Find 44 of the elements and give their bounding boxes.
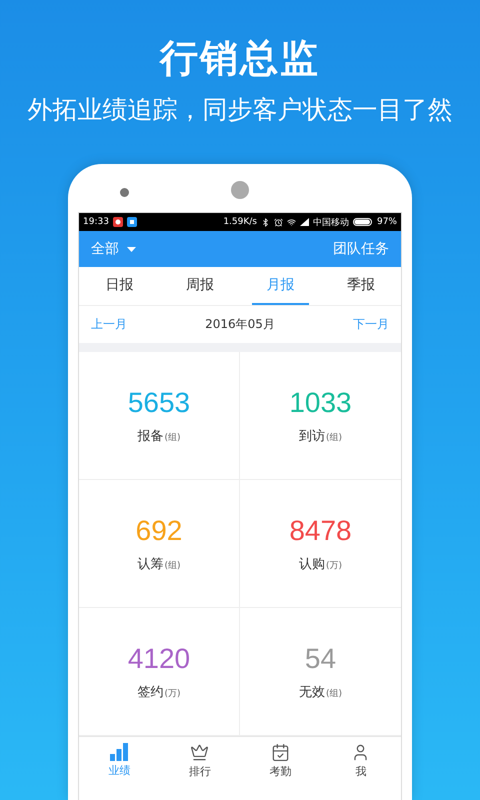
stat-unit: (万) [164,688,181,700]
report-tab[interactable]: 日报 [91,267,148,305]
app-icon [126,217,137,227]
stat-label: 认筹 [137,556,164,572]
stat-unit: (万) [326,560,342,572]
caret-icon [127,246,136,252]
wifi-icon [286,218,296,226]
alarm-icon [274,218,283,226]
subtitle: 外拓业绩追踪，同步客户状态一目了然 [28,94,452,126]
signal-icon [300,218,309,226]
stat-label: 报备 [137,428,164,444]
stat-value: 4120 [128,642,190,674]
stat-label: 到访 [298,428,325,444]
stat-value: 5653 [128,386,190,418]
calendar-icon [270,743,290,762]
stat-unit: (组) [164,432,181,444]
app-icon [112,217,123,227]
stat-value: 54 [304,642,336,674]
carrier-name: 中国移动 [312,216,349,228]
nav-item[interactable]: 考勤 [240,737,320,800]
report-tab[interactable]: 周报 [172,267,228,305]
stat-label: 无效 [298,684,325,700]
battery-icon [352,218,373,226]
current-month: 2016年05月 [205,316,275,333]
bluetooth-icon [260,218,270,226]
network-speed: 1.59K/s [223,217,257,227]
camera-icon [120,188,129,197]
stat-unit: (组) [326,432,342,444]
stat-label: 认购 [298,556,325,572]
crown-icon [190,743,210,762]
stat-label: 签约 [137,684,164,700]
bar-chart-icon [109,743,130,761]
stat-value: 8478 [289,514,352,546]
stat-unit: (组) [164,560,181,572]
stat-value: 1033 [289,386,352,418]
headline: 行销总监 [160,35,320,82]
report-tab[interactable]: 季报 [332,267,389,305]
battery-percent: 97% [376,217,397,227]
sensor-icon [231,181,249,199]
stat-unit: (组) [326,688,342,700]
nav-item[interactable]: 排行 [160,737,240,800]
stat-value: 692 [136,514,182,546]
status-time: 19:33 [83,217,109,227]
nav-item[interactable]: 我 [320,737,401,800]
